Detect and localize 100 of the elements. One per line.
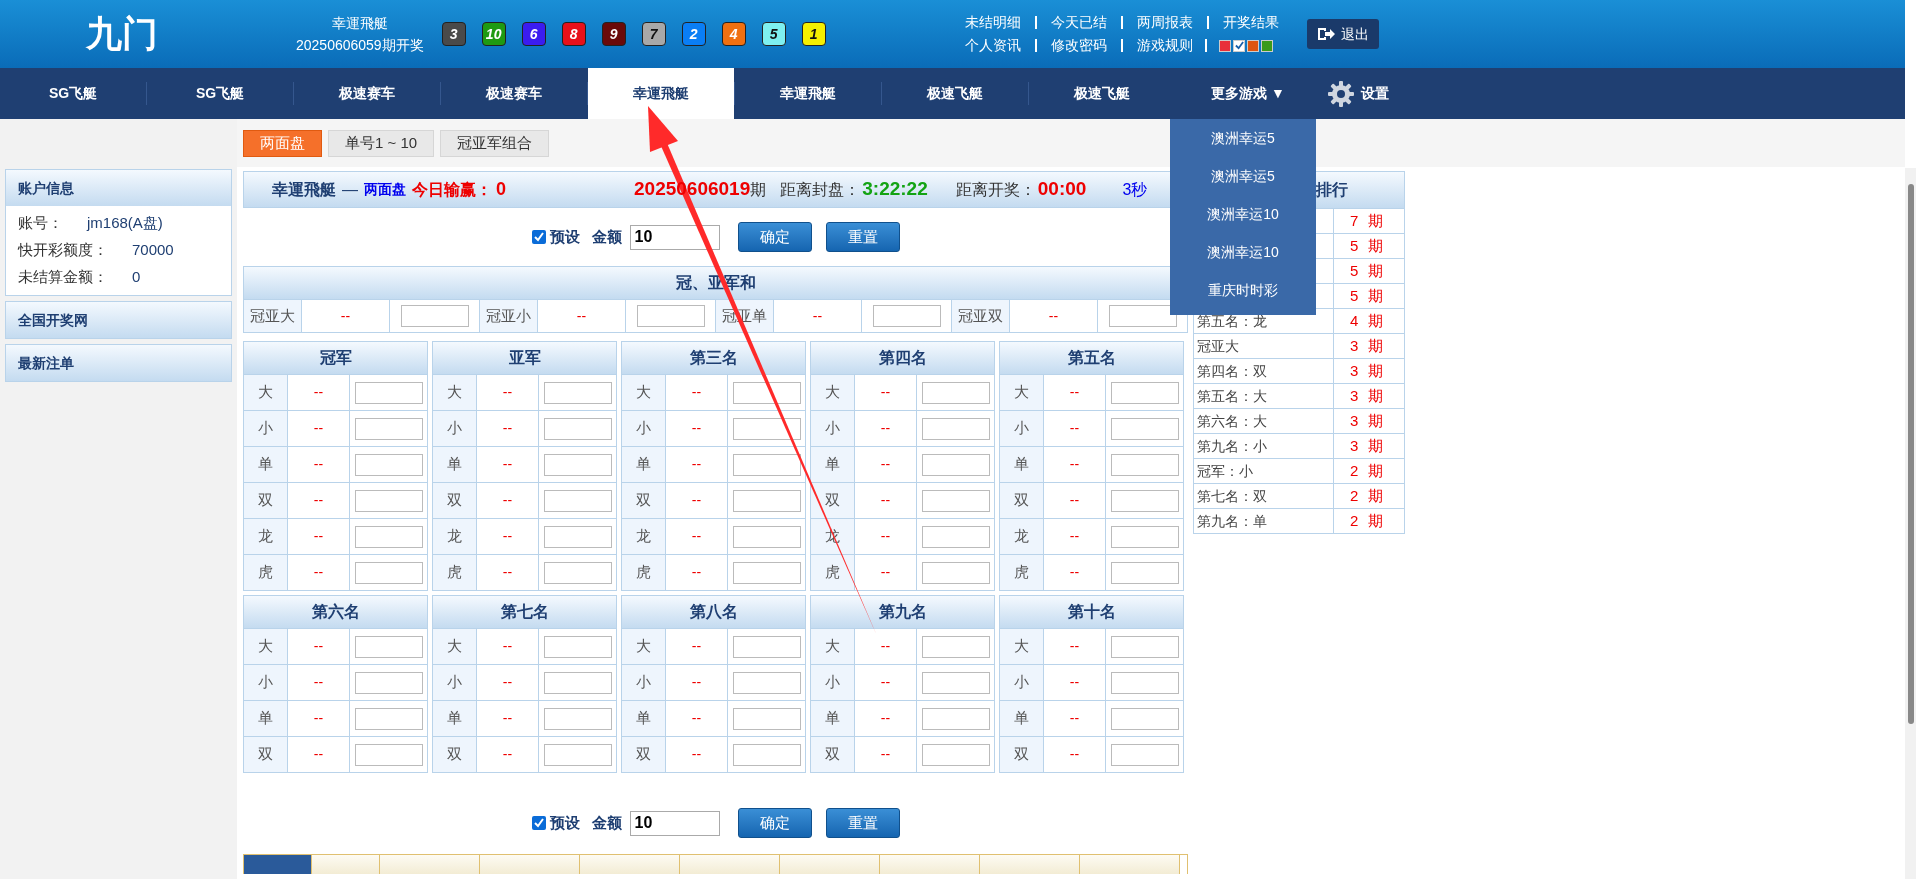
- sidebar-section[interactable]: 全国开奖网: [5, 301, 232, 339]
- nav-tab[interactable]: 极速飞艇: [882, 68, 1028, 119]
- bet-input[interactable]: [543, 671, 612, 694]
- logout-button[interactable]: 退出: [1307, 19, 1379, 49]
- bet-input[interactable]: [921, 671, 990, 694]
- dropdown-item[interactable]: 澳洲幸运5: [1170, 119, 1316, 157]
- bet-input[interactable]: [1108, 305, 1177, 327]
- bet-input[interactable]: [354, 561, 423, 584]
- bet-input[interactable]: [1110, 489, 1179, 512]
- bet-input[interactable]: [354, 381, 423, 404]
- tab[interactable]: [780, 855, 880, 874]
- header-link[interactable]: 未结明细: [965, 12, 1021, 33]
- bet-input[interactable]: [921, 381, 990, 404]
- bet-input[interactable]: [543, 525, 612, 548]
- header-link[interactable]: 修改密码: [1051, 35, 1107, 56]
- amount-field[interactable]: 10: [629, 810, 720, 836]
- tab[interactable]: [380, 855, 480, 874]
- reset-button[interactable]: 重置: [825, 808, 900, 838]
- header-link[interactable]: 开奖结果: [1223, 12, 1279, 33]
- bet-input[interactable]: [400, 305, 469, 327]
- bet-input[interactable]: [921, 561, 990, 584]
- bet-input[interactable]: [354, 453, 423, 476]
- bet-input[interactable]: [354, 489, 423, 512]
- tab[interactable]: [244, 855, 312, 874]
- bet-input[interactable]: [636, 305, 705, 327]
- nav-tab[interactable]: 极速赛车: [294, 68, 440, 119]
- nav-tab[interactable]: SG飞艇: [0, 68, 146, 119]
- bet-input[interactable]: [732, 525, 801, 548]
- tab[interactable]: [680, 855, 780, 874]
- amount-field[interactable]: 10: [629, 224, 720, 250]
- scrollbar[interactable]: [1905, 168, 1916, 879]
- tab[interactable]: [312, 855, 380, 874]
- bet-input[interactable]: [732, 417, 801, 440]
- bet-input[interactable]: [354, 707, 423, 730]
- bet-input[interactable]: [921, 743, 990, 766]
- bet-input[interactable]: [543, 743, 612, 766]
- bet-input[interactable]: [354, 635, 423, 658]
- bet-input[interactable]: [354, 417, 423, 440]
- tab[interactable]: [580, 855, 680, 874]
- bet-input[interactable]: [354, 525, 423, 548]
- checkbox[interactable]: [531, 230, 546, 244]
- theme-swatch[interactable]: [1233, 39, 1245, 52]
- nav-tab[interactable]: 极速飞艇: [1029, 68, 1175, 119]
- theme-swatch[interactable]: [1261, 39, 1273, 52]
- bet-input[interactable]: [732, 489, 801, 512]
- nav-tab[interactable]: 幸運飛艇: [735, 68, 881, 119]
- sidebar-section[interactable]: 最新注单: [5, 344, 232, 382]
- bet-input[interactable]: [1110, 671, 1179, 694]
- bet-input[interactable]: [732, 635, 801, 658]
- bet-input[interactable]: [543, 453, 612, 476]
- bet-input[interactable]: [1110, 417, 1179, 440]
- header-link[interactable]: 个人资讯: [965, 35, 1021, 56]
- bet-input[interactable]: [1110, 381, 1179, 404]
- nav-tab[interactable]: 极速赛车: [441, 68, 587, 119]
- bet-input[interactable]: [543, 417, 612, 440]
- dropdown-item[interactable]: 澳洲幸运10: [1170, 195, 1316, 233]
- more-games-menu[interactable]: 更多游戏 ▼: [1175, 68, 1321, 119]
- sub-tab[interactable]: 单号1 ~ 10: [328, 129, 435, 157]
- bet-input[interactable]: [1110, 561, 1179, 584]
- bet-input[interactable]: [1110, 525, 1179, 548]
- bet-input[interactable]: [543, 489, 612, 512]
- theme-swatch[interactable]: [1247, 39, 1259, 52]
- bet-input[interactable]: [732, 707, 801, 730]
- bet-input[interactable]: [921, 417, 990, 440]
- bet-input[interactable]: [921, 707, 990, 730]
- bet-input[interactable]: [1110, 635, 1179, 658]
- tab[interactable]: [480, 855, 580, 874]
- bet-input[interactable]: [732, 381, 801, 404]
- sub-tab[interactable]: 冠亚军组合: [440, 129, 550, 157]
- nav-tab[interactable]: 幸運飛艇: [588, 68, 734, 119]
- bet-input[interactable]: [921, 525, 990, 548]
- bet-input[interactable]: [732, 671, 801, 694]
- header-link[interactable]: 两周报表: [1137, 12, 1193, 33]
- reset-button[interactable]: 重置: [825, 222, 900, 252]
- confirm-button[interactable]: 确定: [737, 222, 812, 252]
- bet-input[interactable]: [354, 743, 423, 766]
- nav-tab[interactable]: SG飞艇: [147, 68, 293, 119]
- tab[interactable]: [880, 855, 980, 874]
- dropdown-item[interactable]: 澳洲幸运5: [1170, 157, 1316, 195]
- theme-swatch[interactable]: [1219, 39, 1231, 52]
- confirm-button[interactable]: 确定: [737, 808, 812, 838]
- bet-input[interactable]: [543, 561, 612, 584]
- tab[interactable]: [1080, 855, 1180, 874]
- bet-input[interactable]: [543, 381, 612, 404]
- settings-link[interactable]: 设置: [1327, 68, 1389, 119]
- bet-input[interactable]: [872, 305, 941, 327]
- tab[interactable]: [980, 855, 1080, 874]
- bet-input[interactable]: [1110, 453, 1179, 476]
- bet-input[interactable]: [354, 671, 423, 694]
- bet-input[interactable]: [1110, 707, 1179, 730]
- header-link[interactable]: 今天已结: [1051, 12, 1107, 33]
- refresh-timer[interactable]: 3秒: [1122, 177, 1148, 202]
- bet-input[interactable]: [732, 453, 801, 476]
- checkbox[interactable]: [531, 816, 546, 830]
- bet-input[interactable]: [732, 743, 801, 766]
- bet-input[interactable]: [543, 635, 612, 658]
- bet-input[interactable]: [732, 561, 801, 584]
- bet-input[interactable]: [921, 635, 990, 658]
- header-link[interactable]: 游戏规则: [1137, 35, 1193, 56]
- bet-input[interactable]: [921, 489, 990, 512]
